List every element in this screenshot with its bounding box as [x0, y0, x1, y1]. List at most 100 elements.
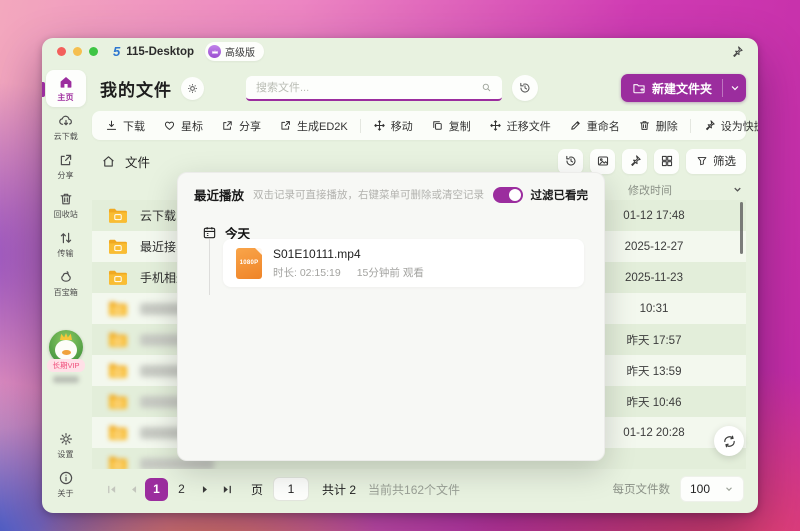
- sidebar-item-分享[interactable]: 分享: [46, 148, 86, 185]
- recent-played-popup: 最近播放 双击记录可直接播放，右键菜单可删除或清空记录 过滤已看完 今天 108…: [177, 172, 605, 461]
- sidebar-item-设置[interactable]: 设置: [46, 427, 86, 464]
- search-icon: [482, 83, 491, 91]
- refresh-button[interactable]: [714, 426, 744, 456]
- new-folder-dropdown[interactable]: [723, 74, 746, 102]
- zoom-button[interactable]: [89, 47, 98, 56]
- toolbar-button-设为快捷入口[interactable]: 设为快捷入口: [694, 111, 758, 140]
- username-blurred: [53, 376, 79, 383]
- titlebar: 5 115-Desktop 高级版: [42, 38, 758, 65]
- search-input[interactable]: 搜索文件...: [246, 75, 502, 101]
- page-label: 页: [251, 482, 264, 497]
- image-icon: [596, 154, 610, 168]
- minimize-button[interactable]: [73, 47, 82, 56]
- vip-badge: 长期VIP: [47, 359, 85, 372]
- image-view-button[interactable]: [590, 148, 615, 174]
- popup-header: 最近播放 双击记录可直接播放，右键菜单可删除或清空记录 过滤已看完: [178, 173, 604, 204]
- sidebar-items: 主页 云下载 分享 回收站 传输 百宝箱: [46, 70, 86, 304]
- page-numbers: 12: [144, 477, 194, 501]
- history-view-button[interactable]: [558, 148, 583, 174]
- home-icon: [58, 74, 74, 90]
- modified-date: 2025-11-23: [625, 271, 683, 284]
- gear-icon: [58, 431, 74, 447]
- calendar-icon: [203, 227, 216, 239]
- page-number-1[interactable]: 1: [145, 477, 168, 501]
- sidebar-item-关于[interactable]: 关于: [46, 466, 86, 503]
- premium-badge[interactable]: 高级版: [205, 42, 264, 61]
- next-page-button[interactable]: [194, 478, 216, 500]
- new-folder-icon: [633, 84, 645, 94]
- toolbar-button-重命名[interactable]: 重命名: [560, 111, 629, 140]
- toolbar-button-分享[interactable]: 分享: [212, 111, 270, 140]
- sidebar-item-传输[interactable]: 传输: [46, 226, 86, 263]
- close-button[interactable]: [57, 47, 66, 56]
- toolbox-icon: [58, 269, 74, 285]
- modified-date: 01-12 17:48: [623, 209, 685, 222]
- sort-chevron-icon[interactable]: [732, 182, 743, 193]
- recent-video-item[interactable]: 1080P S01E10111.mp4 时长: 02:15:19 15分钟前 观…: [223, 239, 584, 287]
- folder-icon: [108, 362, 128, 379]
- user-profile[interactable]: 长期VIP: [47, 330, 85, 383]
- sidebar-item-回收站[interactable]: 回收站: [46, 187, 86, 224]
- funnel-icon: [696, 155, 708, 167]
- file-count-label: 当前共162个文件: [368, 482, 461, 497]
- history-icon: [564, 154, 578, 168]
- sidebar-bottom-items: 设置 关于: [46, 427, 86, 505]
- pin-icon: [628, 154, 642, 168]
- toolbar-button-生成ED2K[interactable]: 生成ED2K: [270, 111, 357, 140]
- history-icon: [520, 82, 530, 93]
- crown-icon: [208, 45, 221, 58]
- toolbar-button-星标[interactable]: 星标: [154, 111, 212, 140]
- toolbar-button-下载[interactable]: 下载: [96, 111, 154, 140]
- new-folder-button[interactable]: 新建文件夹: [621, 74, 722, 102]
- heart-icon: [163, 119, 176, 132]
- modified-date: 2025-12-27: [624, 240, 684, 253]
- info-icon: [58, 470, 74, 486]
- toolbar-button-删除[interactable]: 删除: [629, 111, 687, 140]
- filter-button[interactable]: 筛选: [686, 148, 746, 174]
- toolbar-divider: [689, 118, 691, 133]
- home-breadcrumb-icon[interactable]: [101, 154, 116, 169]
- page-number-2[interactable]: 2: [170, 478, 193, 501]
- search-placeholder: 搜索文件...: [256, 82, 310, 94]
- folder-icon: [108, 393, 128, 410]
- sidebar-item-百宝箱[interactable]: 百宝箱: [46, 265, 86, 302]
- sidebar-item-主页[interactable]: 主页: [46, 70, 86, 107]
- toolbar-button-迁移文件[interactable]: 迁移文件: [480, 111, 560, 140]
- breadcrumb[interactable]: 文件: [125, 152, 150, 171]
- pagination-bar: 12 页 1 共计 2 当前共162个文件 每页文件数 100: [92, 469, 746, 513]
- breadcrumb-row: 文件 筛选: [92, 147, 746, 175]
- share-icon: [58, 152, 74, 168]
- files-settings-button[interactable]: [181, 76, 204, 100]
- external-link-icon: [279, 119, 292, 132]
- cloud-download-icon: [58, 113, 74, 129]
- per-page-select[interactable]: 100: [680, 476, 744, 502]
- new-folder-split-button: 新建文件夹: [620, 74, 746, 102]
- copy-icon: [431, 119, 444, 132]
- prev-page-button[interactable]: [122, 478, 144, 500]
- toolbar-button-复制[interactable]: 复制: [422, 111, 480, 140]
- last-page-button[interactable]: [216, 478, 238, 500]
- modified-date: 01-12 20:28: [623, 426, 685, 439]
- grid-icon: [660, 154, 674, 168]
- filter-watched-toggle[interactable]: [492, 186, 523, 203]
- column-modified-time[interactable]: 修改时间: [592, 182, 708, 198]
- chevron-down-icon: [726, 487, 732, 492]
- modified-date: 10:31: [639, 302, 669, 315]
- popup-title: 最近播放: [194, 189, 245, 203]
- search-history-button[interactable]: [512, 75, 538, 101]
- app-window: 5 115-Desktop 高级版 主页 云下载 分享 回收站 传输 百宝箱 长…: [42, 38, 758, 513]
- toolbar-button-移动[interactable]: 移动: [364, 111, 422, 140]
- sidebar-item-云下载[interactable]: 云下载: [46, 109, 86, 146]
- toolbar: 下载星标分享生成ED2K移动复制迁移文件重命名删除设为快捷入口查看详情: [92, 111, 758, 140]
- grid-view-button[interactable]: [654, 148, 679, 174]
- transfer-icon: [58, 230, 74, 246]
- page-input[interactable]: 1: [273, 477, 310, 501]
- app-logo-icon: 5: [113, 44, 121, 59]
- pin-view-button[interactable]: [622, 148, 647, 174]
- folder-icon: [108, 455, 128, 469]
- scrollbar[interactable]: [740, 202, 743, 254]
- folder-icon: [108, 207, 128, 224]
- pin-window-icon[interactable]: [730, 45, 744, 59]
- trash-icon: [58, 191, 74, 207]
- first-page-button[interactable]: [100, 478, 122, 500]
